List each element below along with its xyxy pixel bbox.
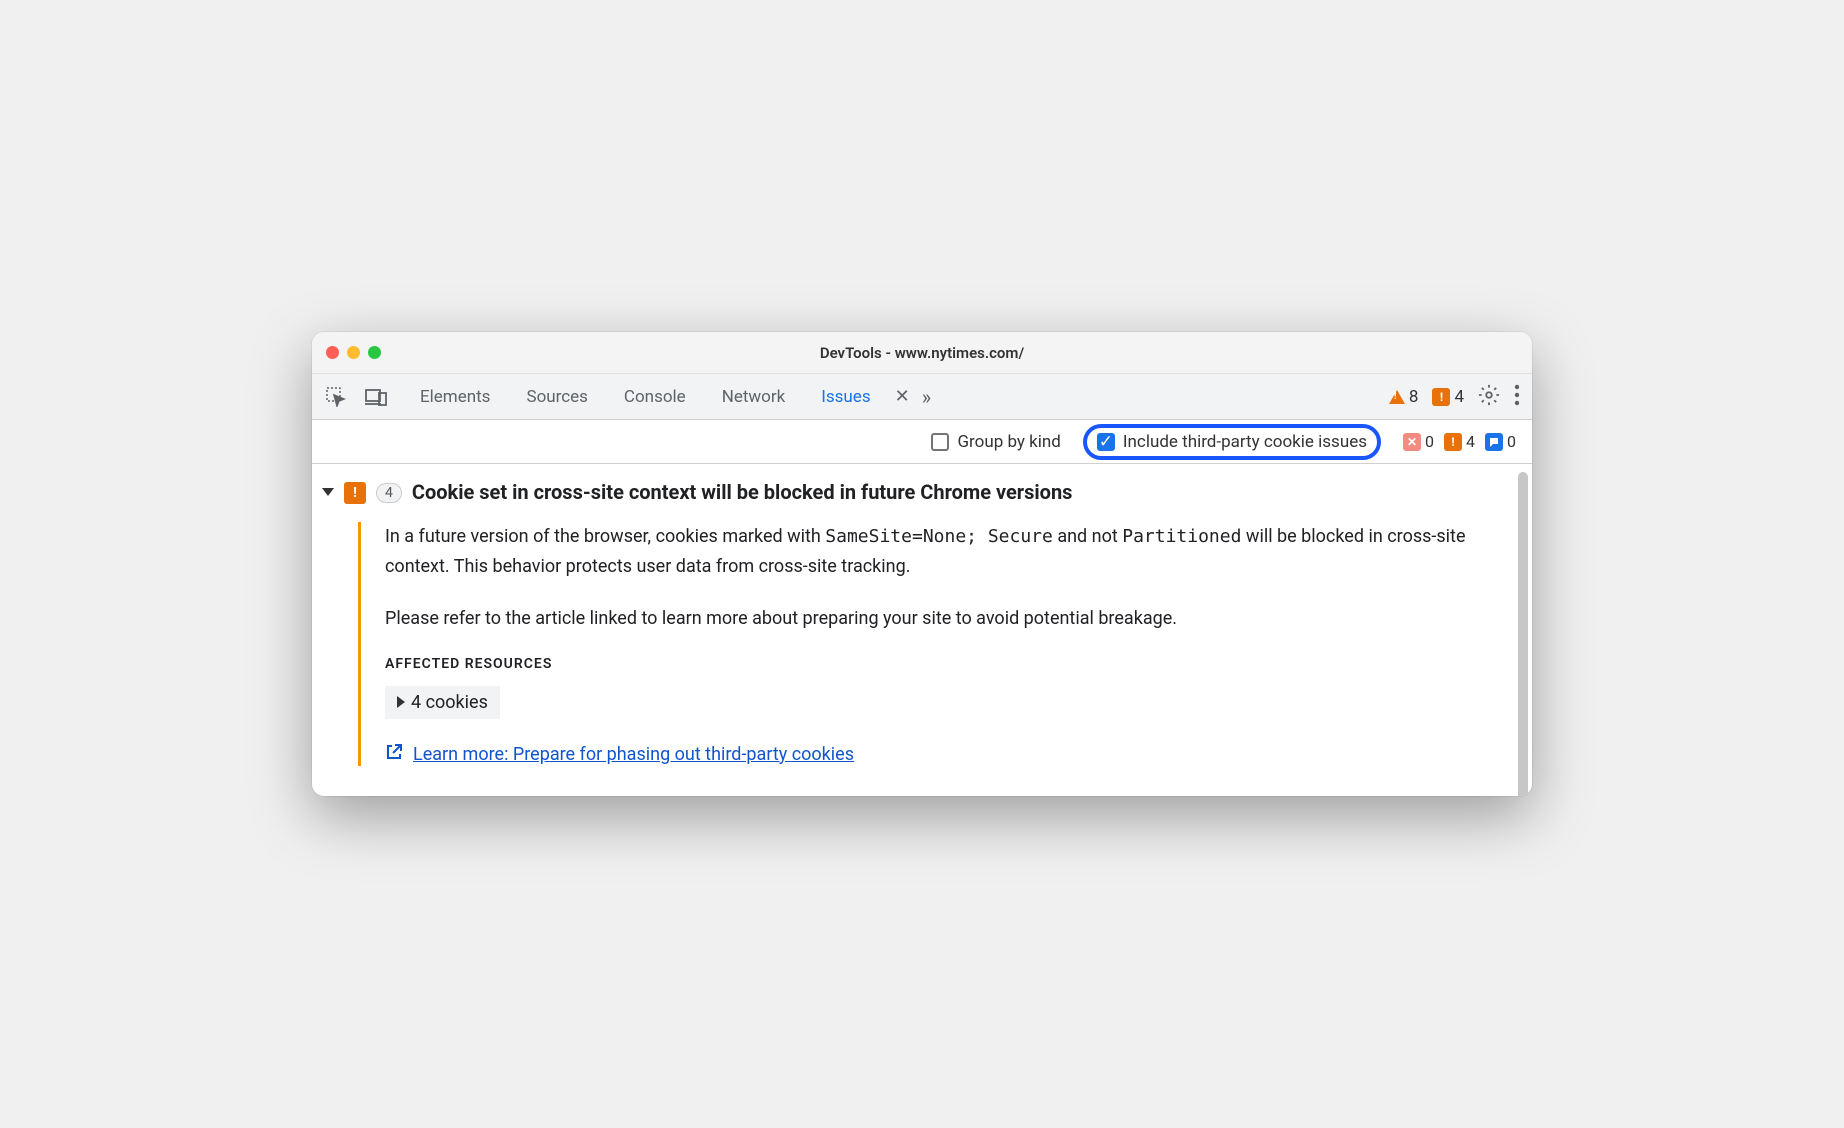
issue-paragraph-1: In a future version of the browser, cook… — [385, 522, 1492, 581]
learn-more-link[interactable]: Learn more: Prepare for phasing out thir… — [385, 743, 1492, 766]
inspect-icon[interactable] — [324, 385, 348, 409]
include-third-party-label: Include third-party cookie issues — [1123, 432, 1367, 452]
maximize-window-button[interactable] — [368, 346, 381, 359]
issue-title: Cookie set in cross-site context will be… — [412, 480, 1073, 504]
cookies-disclosure[interactable]: 4 cookies — [385, 686, 500, 719]
tab-network[interactable]: Network — [708, 381, 800, 413]
warning-triangle-icon — [1389, 390, 1405, 404]
affected-resources-label: AFFECTED RESOURCES — [385, 656, 1492, 672]
x-badge-icon: ✕ — [1403, 433, 1421, 451]
tab-elements[interactable]: Elements — [406, 381, 504, 413]
errors-count: 4 — [1454, 387, 1464, 407]
expand-toggle-icon[interactable] — [322, 488, 334, 496]
checkbox-unchecked-icon — [931, 433, 949, 451]
issue-severity-icon: ! — [344, 482, 366, 504]
issue-header-row[interactable]: ! 4 Cookie set in cross-site context wil… — [312, 478, 1532, 504]
window-title: DevTools - www.nytimes.com/ — [312, 344, 1532, 362]
issue-body: In a future version of the browser, cook… — [312, 522, 1532, 765]
titlebar: DevTools - www.nytimes.com/ — [312, 332, 1532, 374]
group-by-kind-checkbox[interactable]: Group by kind — [931, 432, 1060, 452]
info-badge-icon — [1485, 433, 1503, 451]
cookies-count-label: 4 cookies — [411, 692, 488, 713]
issue-accent-bar — [358, 522, 361, 765]
errors-badge[interactable]: ! 4 — [1432, 387, 1464, 407]
minimize-window-button[interactable] — [347, 346, 360, 359]
tab-issues[interactable]: Issues — [807, 381, 884, 413]
tab-sources[interactable]: Sources — [512, 381, 601, 413]
close-tab-icon[interactable]: ✕ — [895, 386, 910, 407]
more-menu-icon[interactable] — [1514, 384, 1520, 410]
tabbar: Elements Sources Console Network Issues … — [312, 374, 1532, 420]
issues-content: ! 4 Cookie set in cross-site context wil… — [312, 464, 1532, 795]
tab-console[interactable]: Console — [610, 381, 700, 413]
warn-count[interactable]: ! 4 — [1444, 432, 1475, 451]
filter-bar: Group by kind ✓ Include third-party cook… — [312, 420, 1532, 464]
settings-gear-icon[interactable] — [1478, 384, 1500, 410]
group-by-kind-label: Group by kind — [957, 432, 1060, 452]
error-square-icon: ! — [1432, 388, 1450, 406]
device-toggle-icon[interactable] — [364, 385, 388, 409]
external-link-icon — [385, 743, 403, 766]
issue-count-badge: 4 — [376, 483, 402, 503]
include-third-party-checkbox[interactable]: ✓ Include third-party cookie issues — [1097, 432, 1367, 452]
issue-paragraph-2: Please refer to the article linked to le… — [385, 604, 1492, 634]
hidden-count[interactable]: ✕ 0 — [1403, 432, 1434, 451]
checkbox-checked-icon: ✓ — [1097, 433, 1115, 451]
highlighted-filter: ✓ Include third-party cookie issues — [1083, 424, 1381, 460]
learn-more-text: Learn more: Prepare for phasing out thir… — [413, 744, 854, 765]
scrollbar[interactable] — [1518, 472, 1528, 795]
info-count[interactable]: 0 — [1485, 432, 1516, 451]
more-tabs-icon[interactable]: » — [922, 385, 931, 409]
warnings-count: 8 — [1409, 387, 1419, 407]
chevron-right-icon — [397, 696, 405, 708]
warn-badge-icon: ! — [1444, 433, 1462, 451]
warnings-badge[interactable]: 8 — [1389, 387, 1419, 407]
traffic-lights — [326, 346, 381, 359]
devtools-window: DevTools - www.nytimes.com/ Elements Sou… — [312, 332, 1532, 795]
close-window-button[interactable] — [326, 346, 339, 359]
issue-counts: ✕ 0 ! 4 0 — [1403, 432, 1516, 451]
